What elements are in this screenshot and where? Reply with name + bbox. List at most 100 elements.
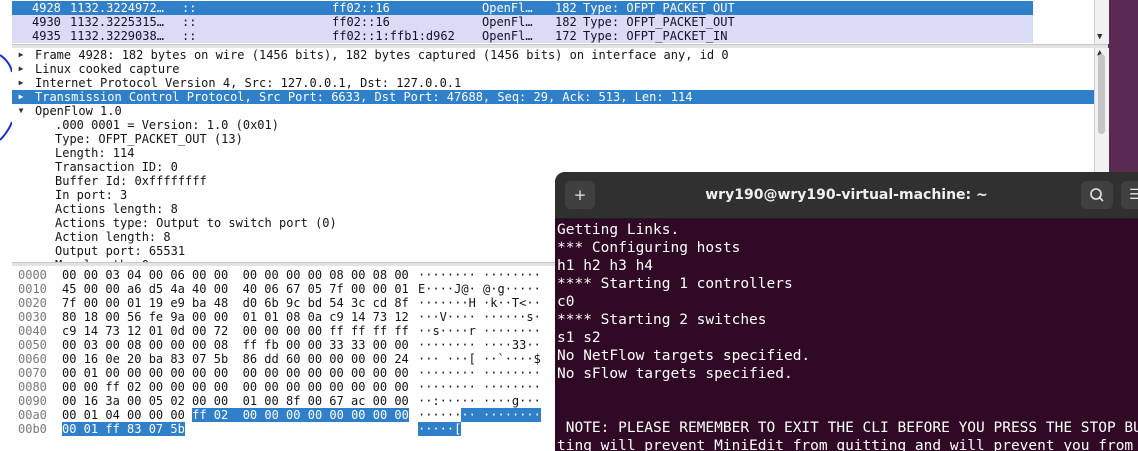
packet-number: 4935 [32,29,61,43]
detail-tree-label: Actions length: 8 [55,202,178,216]
packet-list: 4928 1132.3224972…:: ff02::16 OpenFl… 182 Typ… [12,0,1108,44]
scroll-down-icon[interactable]: ▼ [1097,32,1102,42]
hex-offset: 0050 [18,338,47,352]
hex-bytes: 00 16 3a 00 05 02 00 00 01 00 8f 00 67 a… [62,394,409,408]
hex-bytes-highlighted: ff 02 00 00 00 00 00 00 00 00 [192,408,409,422]
background-desktop-edge [0,0,12,451]
hex-offset: 0080 [18,380,47,394]
detail-tree-label: Action length: 8 [55,230,171,244]
hex-ascii: E····J@· @·g····· [418,282,541,296]
packet-info: Type: OFPT_PACKET_OUT [583,1,735,15]
hex-ascii: ········ ····33·· [418,338,541,352]
desktop-background-edge [1108,0,1138,180]
detail-tree-label: Transmission Control Protocol, Src Port:… [35,90,693,104]
hex-offset: 0090 [18,394,47,408]
hex-ascii: ··:····· ····g··· [418,394,541,408]
terminal-line: **** Starting 1 controllers [557,276,793,292]
packet-time: 1132.3224972… [70,1,164,15]
hex-bytes: 00 16 0e 20 ba 83 07 5b 86 dd 60 00 00 0… [62,352,409,366]
detail-tree-item[interactable]: Length: 114 [12,146,1094,160]
hex-offset: 0010 [18,282,47,296]
hex-ascii: ········ ········ [418,366,541,380]
collapsed-arrow-icon[interactable]: ▶ [16,90,26,104]
detail-tree-label: Internet Protocol Version 4, Src: 127.0.… [35,76,462,90]
detail-tree-item[interactable]: ▶ Linux cooked capture [12,62,1094,76]
hex-bytes: 45 00 00 a6 d5 4a 40 00 40 06 67 05 7f 0… [62,282,409,296]
menu-button[interactable]: ☰ [1121,181,1138,209]
hex-bytes: 00 03 00 08 00 00 00 08 ff fb 00 00 33 3… [62,338,409,352]
packet-time: 1132.3225315… [70,15,164,29]
packet-info: Type: OFPT_PACKET_OUT [583,15,735,29]
hex-ascii: ·······H ·k··T<·· [418,296,541,310]
hex-ascii: ··· ···[ ··`····$ [418,352,541,366]
packet-source: :: [182,29,197,43]
hex-offset: 00a0 [18,408,47,422]
packet-list-scrollbar[interactable]: ▼ [1094,0,1109,44]
packet-length: 172 [555,29,577,43]
terminal-line: Getting Links. [557,222,680,238]
packet-source: :: [182,15,197,29]
hex-ascii: ········ ········ [418,380,541,394]
scrollbar-thumb[interactable] [1098,54,1105,134]
hex-row[interactable]: 0070 00 01 00 00 00 00 00 00 00 00 00 00 … [12,366,552,380]
packet-row[interactable]: 4930 1132.3225315…:: ff02::16 OpenFl… 182 Typ… [12,15,1033,29]
detail-tree-label: Length: 114 [55,146,135,160]
hex-row[interactable]: 0050 00 03 00 08 00 00 00 08 ff fb 00 00 … [12,338,552,352]
new-tab-icon: + [573,186,587,204]
detail-tree-item[interactable]: .000 0001 = Version: 1.0 (0x01) [12,118,1094,132]
hex-ascii: ······ [418,408,462,422]
terminal-output[interactable]: Getting Links. *** Configuring hosts h1 h2… [555,219,1138,451]
hex-ascii: ··s····r ········ [418,324,541,338]
hex-row[interactable]: 0040 c9 14 73 12 01 0d 00 72 00 00 00 00 … [12,324,552,338]
hex-bytes: 00 01 04 00 00 00 [62,408,193,422]
terminal-line: ting will prevent MiniEdit from quitting… [557,438,1134,451]
hex-ascii-highlighted: ·····[ [418,422,462,436]
hex-row[interactable]: 0060 00 16 0e 20 ba 83 07 5b 86 dd 60 00 … [12,352,552,366]
packet-destination: ff02::1:ffb1:d962 [332,29,455,43]
detail-tree-item[interactable]: ▶ Frame 4928: 182 bytes on wire (1456 bit… [12,48,1094,62]
hex-row[interactable]: 0010 45 00 00 a6 d5 4a 40 00 40 06 67 05 … [12,282,552,296]
expanded-arrow-icon[interactable]: ▼ [16,104,26,118]
packet-destination: ff02::16 [332,15,390,29]
hex-bytes: 7f 00 00 01 19 e9 ba 48 d0 6b 9c bd 54 3… [62,296,409,310]
packet-protocol: OpenFl… [482,15,533,29]
packet-row[interactable]: 4935 1132.3229038…:: ff02::1:ffb1:d962 Open… [12,29,1033,43]
packet-length: 182 [555,1,577,15]
hex-bytes: 00 01 00 00 00 00 00 00 00 00 00 00 00 0… [62,366,409,380]
detail-tree-label: Buffer Id: 0xffffffff [55,174,207,188]
hex-bytes: c9 14 73 12 01 0d 00 72 00 00 00 00 ff f… [62,324,409,338]
search-button[interactable] [1081,181,1113,209]
packet-row[interactable]: 4928 1132.3224972…:: ff02::16 OpenFl… 182 Typ… [12,1,1033,15]
detail-tree-item[interactable]: ▶ Transmission Control Protocol, Src Port… [12,90,1094,104]
hex-row[interactable]: 00a0 00 01 04 00 00 00 ff 02 00 00 00 00 … [12,408,552,422]
packet-protocol: OpenFl… [482,29,533,43]
hex-row[interactable]: 0020 7f 00 00 01 19 e9 ba 48 d0 6b 9c bd … [12,296,552,310]
detail-tree-label: .000 0001 = Version: 1.0 (0x01) [55,118,279,132]
packet-source: :: [182,1,197,15]
hex-row[interactable]: 0000 00 00 03 04 00 06 00 00 00 00 00 00 … [12,268,552,282]
hex-bytes: 80 18 00 56 fe 9a 00 00 01 01 08 0a c9 1… [62,310,409,324]
detail-tree-item[interactable]: Type: OFPT_PACKET_OUT (13) [12,132,1094,146]
new-tab-button[interactable]: + [565,181,595,209]
hex-offset: 0040 [18,324,47,338]
terminal-line: *** Configuring hosts [557,240,741,256]
terminal-title: wry190@wry190-virtual-machine: ~ [705,187,988,203]
hex-row[interactable]: 00b0 00 01 ff 83 07 5b ·····[ [12,422,552,436]
packet-time: 1132.3229038… [70,29,164,43]
terminal-header-bar: wry190@wry190-virtual-machine: ~ + ☰ [555,172,1138,219]
collapsed-arrow-icon[interactable]: ▶ [16,48,26,62]
detail-tree-item[interactable]: ▶ Internet Protocol Version 4, Src: 127.0… [12,76,1094,90]
detail-tree-item[interactable]: ▼ OpenFlow 1.0 [12,104,1094,118]
hex-row[interactable]: 0090 00 16 3a 00 05 02 00 00 01 00 8f 00 … [12,394,552,408]
detail-tree-label: Transaction ID: 0 [55,160,178,174]
packet-info: Type: OFPT_PACKET_IN [583,29,728,43]
packet-destination: ff02::16 [332,1,390,15]
hex-row[interactable]: 0080 00 00 ff 02 00 00 00 00 00 00 00 00 … [12,380,552,394]
detail-tree-label: Type: OFPT_PACKET_OUT (13) [55,132,243,146]
packet-bytes-pane: 0000 00 00 03 04 00 06 00 00 00 00 00 00 … [12,266,555,451]
terminal-line: No sFlow targets specified. [557,366,793,382]
hex-row[interactable]: 0030 80 18 00 56 fe 9a 00 00 01 01 08 0a … [12,310,552,324]
collapsed-arrow-icon[interactable]: ▶ [16,76,26,90]
search-icon [1090,188,1104,202]
collapsed-arrow-icon[interactable]: ▶ [16,62,26,76]
